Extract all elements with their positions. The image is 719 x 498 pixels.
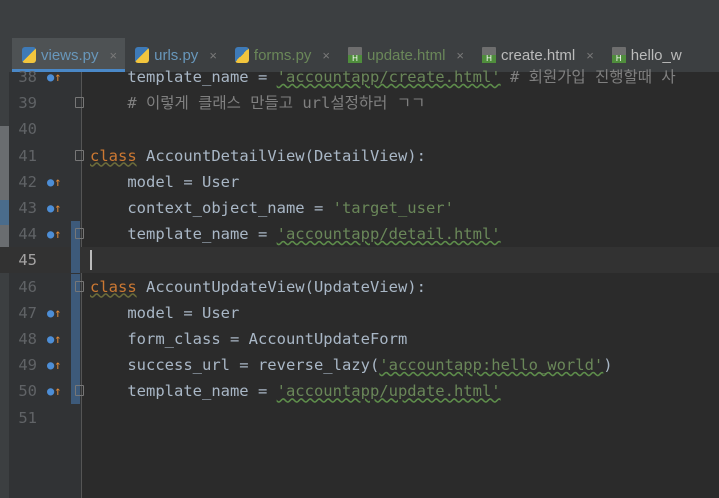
fold-icon[interactable] — [75, 385, 84, 397]
code-text: model = User — [90, 172, 240, 191]
fold-icon[interactable] — [75, 228, 84, 240]
tab-label: views.py — [41, 46, 99, 64]
override-icon[interactable]: ●↑ — [47, 195, 61, 221]
code-line: 51 — [0, 405, 719, 431]
code-line: 44 ●↑ template_name = 'accountapp/detail.… — [0, 221, 719, 248]
line-number: 47 — [18, 303, 37, 322]
line-number: 51 — [18, 408, 37, 427]
python-file-icon — [135, 47, 150, 63]
close-icon[interactable]: × — [456, 48, 464, 63]
code-line: 49 ●↑ success_url = reverse_lazy('account… — [0, 352, 719, 379]
line-number: 38 — [18, 68, 37, 86]
code-text: model = User — [90, 303, 240, 322]
line-number: 49 — [18, 356, 37, 375]
code-text: AccountUpdateView(UpdateView): — [136, 277, 426, 296]
tab-label: forms.py — [253, 46, 312, 64]
string-literal: 'target_user' — [332, 199, 454, 217]
code-text: success_url = reverse_lazy( — [90, 356, 380, 375]
code-line: 43 ●↑ context_object_name = 'target_user' — [0, 195, 719, 221]
code-text: ) — [603, 356, 613, 375]
tab-label: update.html — [367, 46, 446, 64]
code-line-current: 45 — [0, 247, 719, 274]
code-line: 42 ●↑ model = User — [0, 169, 719, 195]
comment: # 회원가입 진행할때 사 — [500, 68, 676, 86]
change-marker[interactable] — [71, 352, 80, 379]
close-icon[interactable]: × — [586, 48, 594, 63]
code-line: 46 class AccountUpdateView(UpdateView): — [0, 273, 719, 300]
python-file-icon — [22, 47, 36, 63]
string-literal: 'accountapp/detail.html' — [276, 225, 501, 244]
line-number: 46 — [18, 277, 37, 296]
code-text: template_name = — [90, 68, 277, 86]
line-number: 40 — [18, 120, 37, 139]
tab-label: hello_w — [630, 46, 682, 64]
line-number: 44 — [18, 225, 37, 244]
fold-icon[interactable] — [75, 97, 84, 109]
code-line: 47 ●↑ model = User — [0, 299, 719, 326]
override-icon[interactable]: ●↑ — [47, 300, 61, 326]
override-icon[interactable]: ●↑ — [47, 352, 61, 378]
line-number: 48 — [18, 330, 37, 348]
close-icon[interactable]: × — [110, 48, 118, 63]
string-literal: 'accountapp:hello_world' — [379, 356, 604, 375]
line-number: 42 — [18, 172, 37, 191]
code-text: AccountDetailView(DetailView): — [136, 146, 426, 165]
python-file-icon — [234, 47, 249, 63]
code-text: context_object_name = — [90, 199, 333, 217]
fold-icon[interactable] — [75, 280, 84, 292]
tab-label: urls.py — [154, 46, 199, 64]
title-bar — [0, 0, 719, 39]
code-line: 41 class AccountDetailView(DetailView): — [0, 143, 719, 169]
line-number: 39 — [18, 94, 37, 113]
code-text: template_name = — [90, 225, 277, 244]
line-number: 45 — [18, 251, 37, 270]
html-file-icon — [348, 47, 363, 63]
code-line: 40 — [0, 116, 719, 142]
line-number: 43 — [18, 199, 37, 217]
keyword: class — [90, 146, 137, 165]
override-icon[interactable]: ●↑ — [47, 64, 61, 90]
override-icon[interactable]: ●↑ — [47, 169, 61, 195]
line-number: 50 — [18, 382, 37, 401]
keyword: class — [90, 277, 137, 296]
change-marker[interactable] — [71, 247, 80, 274]
tab-label: create.html — [501, 46, 576, 64]
code-line: 48 ●↑ form_class = AccountUpdateForm — [0, 326, 719, 352]
html-file-icon — [482, 47, 496, 63]
string-literal: 'accountapp/create.html' — [276, 68, 501, 86]
close-icon[interactable]: × — [322, 48, 330, 63]
override-icon[interactable]: ●↑ — [47, 326, 61, 352]
code-line: 39 # 이렇게 클래스 만들고 url설정하러 ㄱㄱ — [0, 90, 719, 116]
override-icon[interactable]: ●↑ — [47, 378, 61, 404]
string-literal: 'accountapp/update.html' — [276, 382, 501, 401]
comment: # 이렇게 클래스 만들고 url설정하러 ㄱㄱ — [90, 94, 426, 113]
change-marker[interactable] — [71, 299, 80, 326]
code-text: template_name = — [90, 382, 277, 401]
code-text: form_class = AccountUpdateForm — [90, 330, 408, 348]
change-marker[interactable] — [71, 326, 80, 352]
code-line: 50 ●↑ template_name = 'accountapp/update.… — [0, 378, 719, 405]
html-file-icon — [611, 47, 626, 63]
fold-icon[interactable] — [75, 149, 84, 161]
override-icon[interactable]: ●↑ — [47, 221, 61, 247]
text-caret — [90, 250, 92, 271]
line-number: 41 — [18, 146, 37, 165]
code-line: 38 ●↑ template_name = 'accountapp/create.… — [0, 64, 719, 90]
close-icon[interactable]: × — [209, 48, 217, 63]
